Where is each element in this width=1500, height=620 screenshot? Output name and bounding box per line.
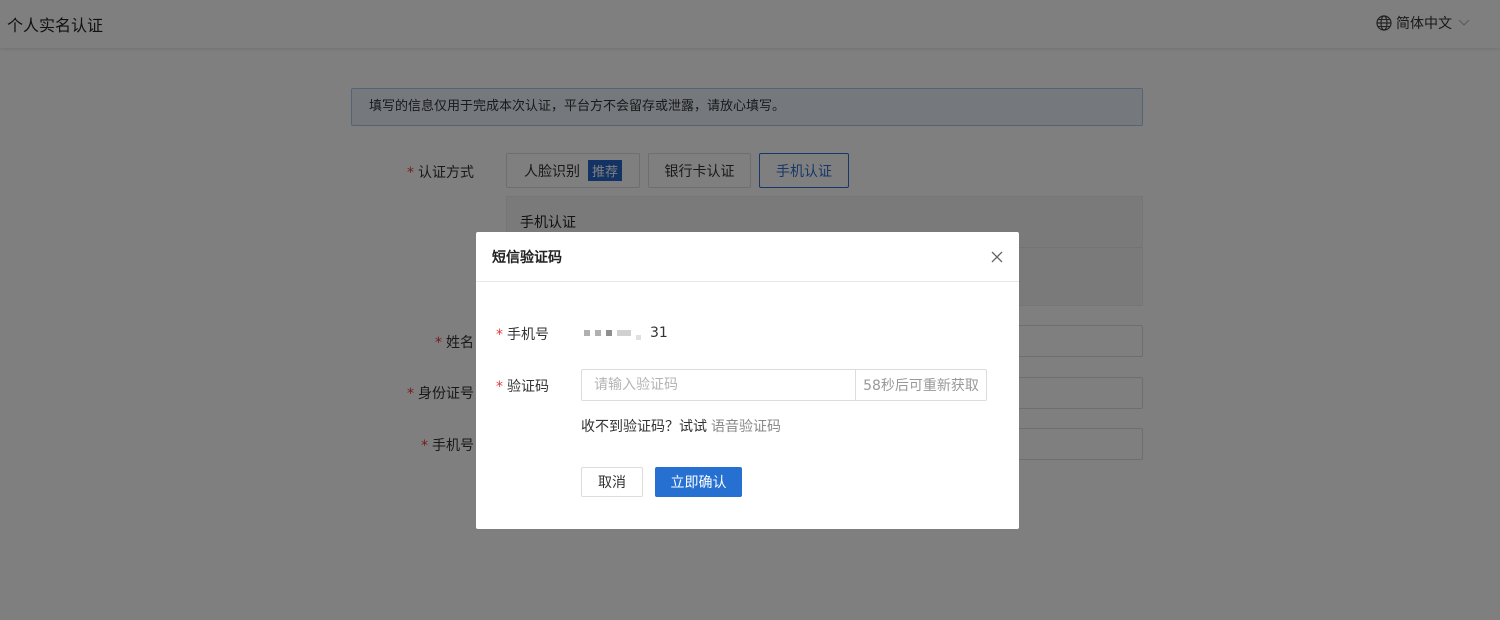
dialog-code-label: * 验证码 [496, 379, 549, 395]
mask-block [617, 330, 631, 336]
voice-code-hint: 收不到验证码？试试 语音验证码 [581, 416, 781, 436]
resend-countdown: 58秒后可重新获取 [855, 370, 986, 400]
dialog-title: 短信验证码 [492, 250, 562, 266]
verification-code-input[interactable] [582, 370, 855, 400]
mask-block [636, 334, 641, 340]
mask-block [606, 330, 612, 336]
masked-phone-number: 31 [584, 324, 668, 342]
dialog-phone-label: * 手机号 [496, 327, 549, 343]
sms-code-dialog: 短信验证码 *手机号 31 *验证码 58秒后可重新获取 收不到验证码？试试语音… [476, 232, 1019, 529]
voice-code-link[interactable]: 语音验证码 [711, 419, 781, 435]
mask-block [584, 330, 590, 336]
close-icon[interactable] [989, 249, 1005, 265]
cancel-button[interactable]: 取消 [581, 467, 643, 497]
mask-block [595, 330, 601, 336]
confirm-button[interactable]: 立即确认 [655, 467, 742, 497]
phone-tail-digits: 31 [650, 325, 668, 341]
voice-prompt-text: 收不到验证码？试试 [581, 419, 707, 435]
dialog-header: 短信验证码 [476, 232, 1019, 282]
code-field-group: 58秒后可重新获取 [581, 369, 987, 401]
